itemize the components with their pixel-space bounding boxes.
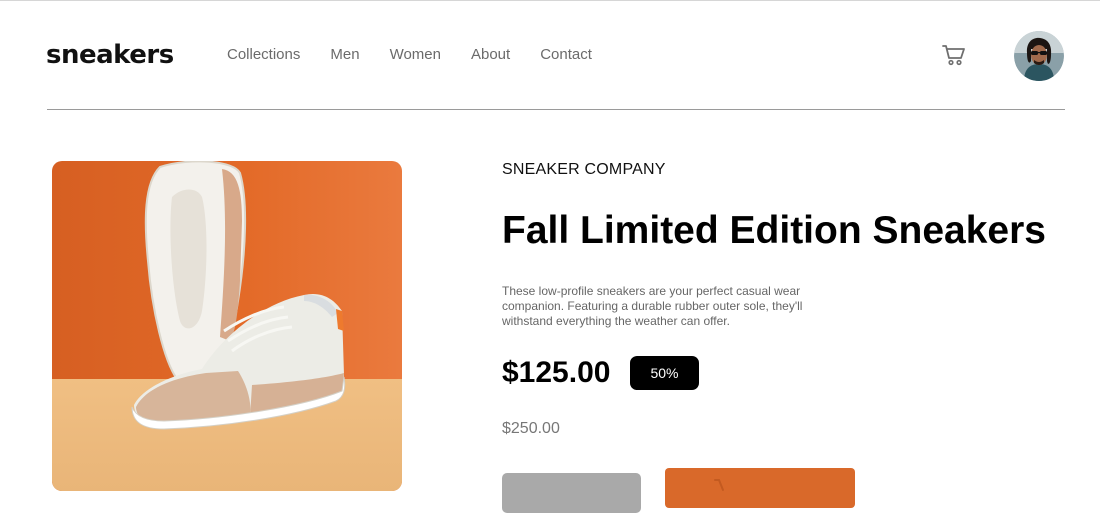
header-divider (47, 109, 1065, 110)
product-description: These low-profile sneakers are your perf… (502, 284, 803, 328)
nav-women[interactable]: Women (390, 46, 441, 64)
cart-icon[interactable] (942, 44, 966, 66)
product-image[interactable] (52, 161, 402, 491)
add-to-cart-button[interactable] (665, 468, 855, 508)
user-avatar-icon (1014, 31, 1064, 81)
cart-icon-svg (942, 45, 965, 66)
logo[interactable]: sneakers (46, 38, 174, 72)
main-nav: Collections Men Women About Contact (227, 46, 622, 64)
original-price: $250.00 (502, 420, 560, 437)
nav-contact[interactable]: Contact (540, 46, 592, 64)
company-label: SNEAKER COMPANY (502, 161, 666, 178)
current-price: $125.00 (502, 356, 611, 389)
sneaker-photo (52, 161, 402, 491)
avatar[interactable] (1014, 31, 1064, 81)
discount-badge: 50% (630, 356, 699, 390)
nav-collections[interactable]: Collections (227, 46, 300, 64)
add-to-cart-cart-icon (714, 479, 724, 491)
nav-men[interactable]: Men (330, 46, 359, 64)
nav-about[interactable]: About (471, 46, 510, 64)
quantity-stepper[interactable] (502, 473, 641, 513)
site-header: sneakers Collections Men Women About Con… (0, 0, 1100, 110)
product-title: Fall Limited Edition Sneakers (502, 209, 1046, 252)
